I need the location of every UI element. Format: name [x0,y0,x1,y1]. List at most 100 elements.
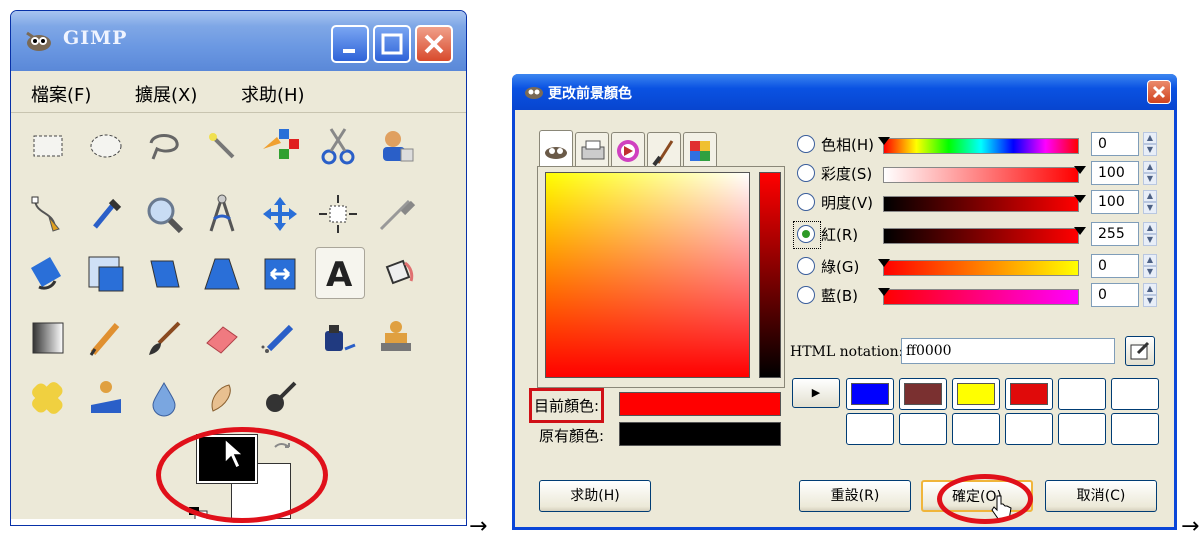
channel-value-green[interactable]: 0 [1091,254,1139,278]
slider-marker[interactable] [878,137,890,145]
channel-radio-hue[interactable] [797,135,815,153]
tab-watercolor[interactable] [647,132,681,168]
spin-buttons[interactable]: ▲ ▼ [1143,161,1157,185]
spin-up-icon[interactable]: ▲ [1143,190,1157,202]
channel-value-saturation[interactable]: 100 [1091,161,1139,185]
channel-value-hue[interactable]: 0 [1091,132,1139,156]
html-notation-input[interactable]: ff0000 [901,338,1115,364]
eyedropper-button[interactable] [1125,336,1155,366]
history-color-swatch[interactable] [1058,378,1106,410]
history-color-swatch[interactable] [899,413,947,445]
history-color-swatch[interactable] [1111,378,1159,410]
measure-icon[interactable] [199,191,245,237]
eraser-icon[interactable] [199,315,245,361]
spin-down-icon[interactable]: ▼ [1143,144,1157,156]
scissors-select-icon[interactable] [315,123,361,169]
history-color-swatch[interactable] [846,378,894,410]
fuzzy-select-icon[interactable] [199,123,245,169]
toolbox-title-bar[interactable]: GIMP [11,11,466,71]
spin-buttons[interactable]: ▲ ▼ [1143,132,1157,156]
spin-buttons[interactable]: ▲ ▼ [1143,222,1157,246]
channel-slider-red[interactable] [883,227,1086,244]
spin-up-icon[interactable]: ▲ [1143,161,1157,173]
history-color-swatch[interactable] [952,413,1000,445]
ink-icon[interactable] [315,315,361,361]
clone-icon[interactable] [373,315,419,361]
history-color-swatch[interactable] [1111,413,1159,445]
channel-slider-hue[interactable] [878,137,1079,154]
align-icon[interactable] [315,191,361,237]
help-button[interactable]: 求助(H) [539,480,651,512]
spin-down-icon[interactable]: ▼ [1143,173,1157,185]
spin-buttons[interactable]: ▲ ▼ [1143,190,1157,214]
channel-radio-blue[interactable] [797,286,815,304]
paths-icon[interactable] [25,191,71,237]
spin-up-icon[interactable]: ▲ [1143,132,1157,144]
spin-up-icon[interactable]: ▲ [1143,222,1157,234]
tab-gimp-selector[interactable] [539,130,573,170]
select-by-color-icon[interactable] [257,123,303,169]
channel-radio-red[interactable] [797,225,815,243]
channel-radio-green[interactable] [797,257,815,275]
rect-select-icon[interactable] [25,123,71,169]
blur-sharpen-icon[interactable] [141,375,187,421]
free-select-icon[interactable] [141,123,187,169]
tab-triangle[interactable] [611,132,645,168]
color-channel-strip[interactable] [759,172,781,378]
cancel-button[interactable]: 取消(C) [1045,480,1157,512]
zoom-icon[interactable] [141,191,187,237]
dodge-burn-icon[interactable] [257,375,303,421]
history-color-swatch[interactable] [952,378,1000,410]
heal-icon[interactable] [25,375,71,421]
scale-icon[interactable] [83,251,129,297]
spin-down-icon[interactable]: ▼ [1143,202,1157,214]
slider-marker[interactable] [878,288,890,296]
shear-icon[interactable] [141,251,187,297]
slider-marker[interactable] [1074,166,1086,174]
channel-value-red[interactable]: 255 [1091,222,1139,246]
spin-buttons[interactable]: ▲ ▼ [1143,283,1157,307]
smudge-icon[interactable] [199,375,245,421]
slider-marker[interactable] [878,259,890,267]
reset-button[interactable]: 重設(R) [799,480,911,512]
paintbrush-icon[interactable] [141,315,187,361]
history-color-swatch[interactable] [1005,413,1053,445]
color-square[interactable] [545,172,750,378]
channel-radio-saturation[interactable] [797,164,815,182]
spin-buttons[interactable]: ▲ ▼ [1143,254,1157,278]
channel-slider-green[interactable] [878,259,1079,276]
minimize-button[interactable] [331,25,369,63]
menu-file[interactable]: 檔案(F) [31,81,91,107]
slider-marker[interactable] [1074,195,1086,203]
close-button[interactable] [415,25,453,63]
rotate-icon[interactable] [25,251,71,297]
move-icon[interactable] [257,191,303,237]
spin-up-icon[interactable]: ▲ [1143,254,1157,266]
text-tool-button[interactable]: A [315,247,365,299]
blend-icon[interactable] [25,315,71,361]
slider-marker[interactable] [1074,227,1086,235]
channel-slider-value[interactable] [883,195,1086,212]
tab-scales[interactable] [683,132,717,168]
channel-value-value[interactable]: 100 [1091,190,1139,214]
bucket-fill-icon[interactable] [373,251,419,297]
dialog-title-bar[interactable]: 更改前景顏色 [512,74,1177,110]
menu-xtns[interactable]: 擴展(X) [135,81,197,107]
menu-help[interactable]: 求助(H) [241,81,305,107]
perspective-clone-icon[interactable] [83,375,129,421]
spin-down-icon[interactable]: ▼ [1143,234,1157,246]
maximize-button[interactable] [373,25,411,63]
color-picker-icon[interactable] [83,191,129,237]
spin-down-icon[interactable]: ▼ [1143,266,1157,278]
pencil-icon[interactable] [83,315,129,361]
channel-value-blue[interactable]: 0 [1091,283,1139,307]
perspective-icon[interactable] [199,251,245,297]
history-color-swatch[interactable] [846,413,894,445]
add-to-history-button[interactable]: ▶ [792,378,840,408]
history-color-swatch[interactable] [1005,378,1053,410]
foreground-select-icon[interactable] [373,123,419,169]
spin-up-icon[interactable]: ▲ [1143,283,1157,295]
crop-icon[interactable] [373,191,419,237]
dialog-close-button[interactable] [1147,80,1171,104]
history-color-swatch[interactable] [899,378,947,410]
